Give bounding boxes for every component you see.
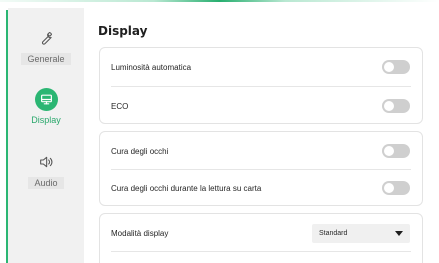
setting-row-eye-care-paper: Cura degli occhi durante la lettura su c… [100,169,422,207]
sidebar-item-generale[interactable]: Generale [8,26,84,65]
sidebar-item-label: Audio [28,177,64,189]
chevron-down-icon [395,230,403,236]
setting-row-display-mode: Modalità display Standard [100,214,422,252]
setting-row-eco: ECO [100,87,422,125]
wrench-icon [34,26,58,50]
display-mode-select[interactable]: Standard [312,223,410,243]
select-value: Standard [319,229,348,237]
sidebar-item-display[interactable]: Display [8,88,84,125]
setting-label: Cura degli occhi durante la lettura su c… [111,183,262,193]
toggle-knob [384,101,394,111]
sidebar: Generale Display Audio [8,8,84,263]
monitor-icon [34,88,58,111]
settings-group-display-mode: Modalità display Standard [99,213,423,263]
sidebar-item-audio[interactable]: Audio [8,150,84,189]
setting-label: Cura degli occhi [111,146,169,156]
sidebar-item-label: Display [31,115,61,125]
setting-label: Luminosità automatica [111,62,192,72]
auto-brightness-toggle[interactable] [382,60,410,74]
speaker-icon [34,150,58,174]
toggle-knob [384,62,394,72]
setting-label: Modalità display [111,228,169,238]
sidebar-item-label: Generale [21,53,71,65]
page-title: Display [98,24,148,38]
divider [111,251,411,252]
settings-window: Generale Display Audio Display Luminosit… [0,0,439,263]
setting-label: ECO [111,101,129,111]
eye-care-paper-toggle[interactable] [382,181,410,195]
eco-toggle[interactable] [382,99,410,113]
setting-row-auto-brightness: Luminosità automatica [100,48,422,86]
eye-care-toggle[interactable] [382,144,410,158]
toggle-knob [384,146,394,156]
setting-row-eye-care: Cura degli occhi [100,132,422,170]
settings-group-eye-care: Cura degli occhi Cura degli occhi durant… [99,131,423,206]
toggle-knob [384,183,394,193]
settings-group-brightness: Luminosità automatica ECO [99,47,423,124]
